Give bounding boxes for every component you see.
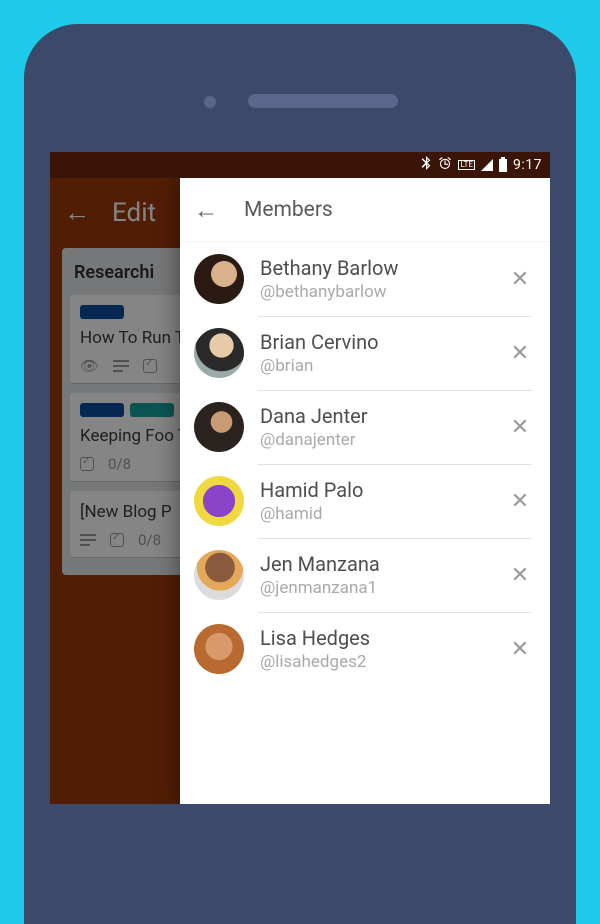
alarm-icon — [438, 156, 452, 174]
member-handle: @jenmanzana1 — [260, 578, 492, 598]
member-name: Jen Manzana — [260, 552, 492, 576]
phone-body: LTE 9:17 ← Edit Researchi How To Run Tre… — [24, 24, 576, 924]
member-row[interactable]: Hamid Palo @hamid ✕ — [180, 464, 550, 538]
member-name: Hamid Palo — [260, 478, 492, 502]
remove-member-button[interactable]: ✕ — [508, 489, 532, 514]
avatar — [194, 476, 244, 526]
drawer-header: ← Members — [180, 178, 550, 242]
member-handle: @brian — [260, 356, 492, 376]
remove-member-button[interactable]: ✕ — [508, 637, 532, 662]
speaker-slot — [248, 94, 398, 108]
drawer-back-button[interactable]: ← — [194, 198, 218, 222]
avatar — [194, 328, 244, 378]
avatar — [194, 254, 244, 304]
avatar — [194, 624, 244, 674]
member-name: Lisa Hedges — [260, 626, 492, 650]
remove-member-button[interactable]: ✕ — [508, 267, 532, 292]
member-handle: @danajenter — [260, 430, 492, 450]
member-handle: @bethanybarlow — [260, 282, 492, 302]
lte-badge: LTE — [458, 160, 475, 170]
member-row[interactable]: Dana Jenter @danajenter ✕ — [180, 390, 550, 464]
remove-member-button[interactable]: ✕ — [508, 415, 532, 440]
signal-icon — [481, 159, 493, 171]
screen: LTE 9:17 ← Edit Researchi How To Run Tre… — [50, 152, 550, 804]
battery-icon — [499, 159, 507, 172]
member-row[interactable]: Lisa Hedges @lisahedges2 ✕ — [180, 612, 550, 686]
member-name: Bethany Barlow — [260, 256, 492, 280]
member-row[interactable]: Jen Manzana @jenmanzana1 ✕ — [180, 538, 550, 612]
remove-member-button[interactable]: ✕ — [508, 563, 532, 588]
member-list: Bethany Barlow @bethanybarlow ✕ Brian Ce… — [180, 242, 550, 686]
member-row[interactable]: Bethany Barlow @bethanybarlow ✕ — [180, 242, 550, 316]
status-bar: LTE 9:17 — [50, 152, 550, 178]
members-drawer: ← Members Bethany Barlow @bethanybarlow … — [180, 178, 550, 804]
member-row[interactable]: Brian Cervino @brian ✕ — [180, 316, 550, 390]
camera-dot — [204, 96, 216, 108]
member-handle: @hamid — [260, 504, 492, 524]
status-time: 9:17 — [513, 157, 542, 173]
avatar — [194, 402, 244, 452]
member-name: Brian Cervino — [260, 330, 492, 354]
member-name: Dana Jenter — [260, 404, 492, 428]
bluetooth-icon — [420, 156, 432, 174]
remove-member-button[interactable]: ✕ — [508, 341, 532, 366]
avatar — [194, 550, 244, 600]
drawer-title: Members — [244, 198, 333, 222]
member-handle: @lisahedges2 — [260, 652, 492, 672]
